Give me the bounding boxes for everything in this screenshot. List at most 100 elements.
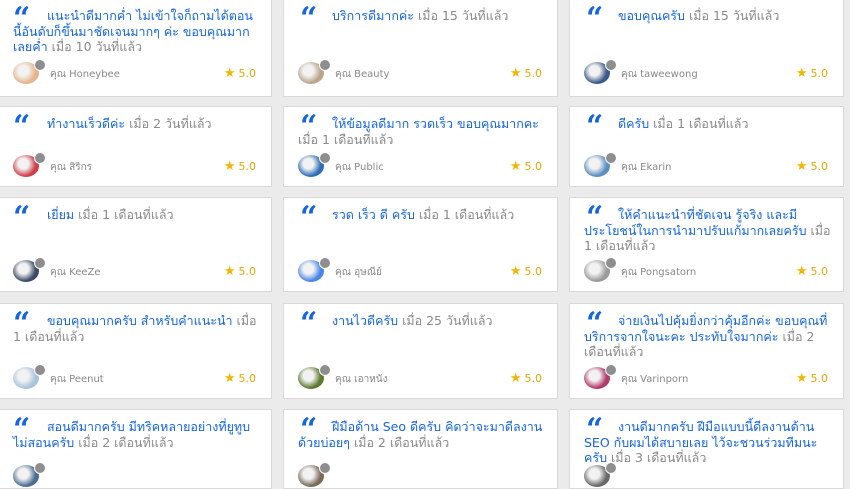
status-dot	[605, 59, 617, 71]
review-message: ให้คำแนะนำที่ชัดเจน รู้จริง และมีประโยชน…	[584, 207, 807, 238]
rating-value: 5.0	[524, 160, 543, 173]
review-author: คุณ Public	[335, 162, 384, 173]
rating-value: 5.0	[810, 67, 829, 80]
star-icon: ★	[795, 371, 808, 386]
status-dot	[319, 59, 331, 71]
review-text: บริการดีมากค่ะ เมื่อ 15 วันที่แล้ว	[298, 8, 547, 24]
review-author: คุณ Beauty	[335, 69, 390, 80]
review-author: คุณ Varinporn	[621, 374, 689, 385]
review-card: “รวด เร็ว ดี ครับ เมื่อ 1 เดือนที่แล้ว คุ…	[283, 197, 558, 292]
review-author: คุณ อุษณีย์	[335, 267, 382, 278]
review-card: “ขอบคุณมากครับ สำหรับคำแนะนำ เมื่อ 1 เดื…	[0, 303, 272, 399]
rating-value: 5.0	[238, 67, 257, 80]
review-message: ดีครับ	[618, 116, 650, 131]
review-rating: ★ 5.0	[796, 159, 828, 174]
review-text: ให้คำแนะนำที่ชัดเจน รู้จริง และมีประโยชน…	[584, 207, 833, 254]
rating-value: 5.0	[810, 372, 829, 385]
review-rating: ★ 5.0	[224, 159, 256, 174]
avatar	[13, 152, 47, 179]
review-time: เมื่อ 2 เดือนที่แล้ว	[353, 434, 450, 450]
review-rating: ★ 5.0	[510, 66, 542, 81]
review-time: เมื่อ 15 วันที่แล้ว	[417, 8, 509, 23]
star-icon: ★	[223, 159, 236, 174]
status-dot	[605, 462, 617, 474]
avatar	[13, 257, 47, 284]
review-rating: ★ 5.0	[796, 264, 828, 279]
star-icon: ★	[509, 159, 522, 174]
avatar	[584, 59, 618, 86]
star-icon: ★	[223, 66, 236, 81]
review-card: “เยี่ยม เมื่อ 1 เดือนที่แล้ว คุณ KeeZe ★ 5.…	[0, 197, 272, 292]
avatar	[584, 462, 618, 489]
review-author: คุณ taweewong	[621, 69, 698, 80]
review-text: เยี่ยม เมื่อ 1 เดือนที่แล้ว	[13, 207, 261, 223]
star-icon: ★	[223, 371, 236, 386]
review-text: ขอบคุณครับ เมื่อ 15 วันที่แล้ว	[584, 8, 833, 24]
rating-value: 5.0	[810, 265, 829, 278]
review-author: คุณ Ekarin	[621, 162, 672, 173]
review-author: คุณ KeeZe	[50, 267, 101, 278]
review-rating: ★ 5.0	[224, 66, 256, 81]
rating-value: 5.0	[524, 372, 543, 385]
avatar	[584, 152, 618, 179]
rating-value: 5.0	[524, 265, 543, 278]
review-text: งานดีมากครับ ฝีมือแบบนี้ดีลงานด้าน SEO ก…	[584, 419, 833, 466]
status-dot	[319, 462, 331, 474]
review-card: “ให้ข้อมูลดีมาก รวดเร็ว ขอบคุณมากคะ เมื่…	[283, 106, 558, 187]
review-rating: ★ 5.0	[796, 66, 828, 81]
status-dot	[319, 364, 331, 376]
review-author: คุณ Peenut	[50, 374, 104, 385]
review-card: “ทำงานเร็วดีค่ะ เมื่อ 2 วันที่แล้ว คุณ สิ…	[0, 106, 272, 187]
review-card: “งานไวดีครับ เมื่อ 25 วันที่แล้ว คุณ เอาห…	[283, 303, 558, 399]
review-card: “บริการดีมากค่ะ เมื่อ 15 วันที่แล้ว คุณ B…	[283, 0, 558, 97]
status-dot	[34, 257, 46, 269]
review-card: “ให้คำแนะนำที่ชัดเจน รู้จริง และมีประโยช…	[569, 197, 844, 292]
review-message: ให้ข้อมูลดีมาก รวดเร็ว ขอบคุณมากคะ	[332, 116, 539, 131]
avatar	[298, 462, 332, 489]
rating-value: 5.0	[524, 67, 543, 80]
review-text: ให้ข้อมูลดีมาก รวดเร็ว ขอบคุณมากคะ เมื่อ…	[298, 116, 547, 147]
avatar	[13, 462, 47, 489]
review-author: คุณ สิริกร	[50, 162, 93, 173]
review-time: เมื่อ 25 วันที่แล้ว	[402, 313, 493, 328]
review-card: “งานดีมากครับ ฝีมือแบบนี้ดีลงานด้าน SEO …	[569, 409, 844, 489]
star-icon: ★	[223, 264, 236, 279]
review-rating: ★ 5.0	[510, 371, 542, 386]
status-dot	[34, 364, 46, 376]
star-icon: ★	[795, 159, 808, 174]
star-icon: ★	[795, 264, 808, 279]
rating-value: 5.0	[810, 160, 829, 173]
review-time: เมื่อ 2 เดือนที่แล้ว	[78, 434, 174, 450]
review-message: เยี่ยม	[47, 207, 75, 222]
review-author: คุณ Honeybee	[50, 69, 120, 80]
star-icon: ★	[795, 66, 808, 81]
review-text: งานไวดีครับ เมื่อ 25 วันที่แล้ว	[298, 313, 547, 329]
review-card: “จ่ายเงินไปคุ้มยิ่งกว่าคุ้มอีกค่ะ ขอบคุณ…	[569, 303, 844, 399]
status-dot	[319, 257, 331, 269]
avatar	[298, 59, 332, 86]
avatar	[298, 152, 332, 179]
review-message: ทำงานเร็วดีค่ะ	[47, 116, 126, 131]
rating-value: 5.0	[238, 265, 257, 278]
review-card: “แนะนำดีมากค่ำ ไม่เข้าใจก็ถามได้ตอนนี้อั…	[0, 0, 272, 97]
avatar	[584, 364, 618, 391]
review-author: คุณ เอาหนัง	[335, 374, 388, 385]
star-icon: ★	[509, 264, 522, 279]
rating-value: 5.0	[238, 160, 257, 173]
review-text: สอนดีมากครับ มีทริคหลายอย่างที่ยูทูบไม่ส…	[13, 419, 261, 450]
review-rating: ★ 5.0	[510, 264, 542, 279]
status-dot	[34, 59, 46, 71]
review-text: รวด เร็ว ดี ครับ เมื่อ 1 เดือนที่แล้ว	[298, 207, 547, 223]
avatar	[584, 257, 618, 284]
avatar	[13, 364, 47, 391]
avatar	[298, 257, 332, 284]
status-dot	[605, 152, 617, 164]
review-time: เมื่อ 15 วันที่แล้ว	[688, 8, 780, 23]
review-rating: ★ 5.0	[224, 264, 256, 279]
review-card: “สอนดีมากครับ มีทริคหลายอย่างที่ยูทูบไม่…	[0, 409, 272, 489]
status-dot	[605, 364, 617, 376]
star-icon: ★	[509, 66, 522, 81]
review-rating: ★ 5.0	[224, 371, 256, 386]
avatar	[13, 59, 47, 86]
review-text: ขอบคุณมากครับ สำหรับคำแนะนำ เมื่อ 1 เดือ…	[13, 313, 261, 344]
